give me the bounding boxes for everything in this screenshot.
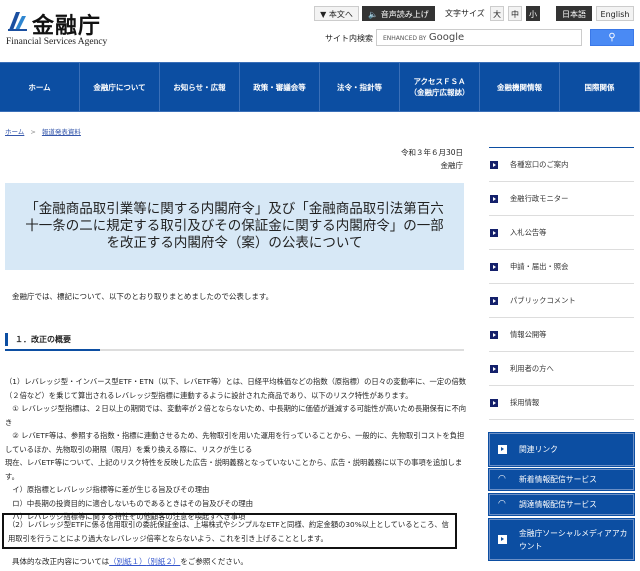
paragraph: ② レバETF等は、参照する指数・指標に連動させるため、先物取引を用いた運用を行… xyxy=(5,431,465,454)
heading-bar xyxy=(5,333,8,346)
closing-prefix: 具体的な改正内容については xyxy=(12,557,110,566)
nav-home[interactable]: ホーム xyxy=(0,63,80,111)
breadcrumb-current[interactable]: 報道発表資料 xyxy=(42,128,81,136)
related-links-button[interactable]: 関連リンク xyxy=(488,432,635,467)
nav-laws[interactable]: 法令・指針等 xyxy=(320,63,400,111)
breadcrumb-home[interactable]: ホーム xyxy=(5,128,24,136)
procurement-feed-button[interactable]: ◠ 調達情報配信サービス xyxy=(488,493,635,516)
arrow-icon xyxy=(490,160,498,169)
logo-english: Financial Services Agency xyxy=(6,37,108,47)
sidebar-item-recruit[interactable]: 採用情報 xyxy=(489,386,634,420)
sidebar-item-label: 情報公開等 xyxy=(510,329,547,339)
annex-1-link[interactable]: （別紙１） xyxy=(109,557,147,566)
nav-access-fsa[interactable]: アクセスＦＳＡ （金融庁広報誌） xyxy=(400,63,480,111)
news-feed-button[interactable]: ◠ 新着情報配信サービス xyxy=(488,468,635,491)
sidebar-item-contact[interactable]: 各種窓口のご案内 xyxy=(489,148,634,182)
search-label: サイト内検索 xyxy=(325,34,373,43)
social-media-button[interactable]: 金融庁ソーシャルメディアアカウント xyxy=(488,518,635,561)
font-size-small[interactable]: 小 xyxy=(526,6,540,21)
heading-underline xyxy=(5,349,100,351)
lang-japanese-button[interactable]: 日本語 xyxy=(556,6,592,21)
arrow-icon xyxy=(490,296,498,305)
sidebar-item-public-comment[interactable]: パブリックコメント xyxy=(489,284,634,318)
search-input[interactable]: ENHANCED BY Google xyxy=(376,29,582,46)
wifi-icon: ◠ xyxy=(498,499,506,509)
font-size-medium[interactable]: 中 xyxy=(508,6,522,21)
breadcrumb-separator: > xyxy=(30,128,36,136)
nav-news[interactable]: お知らせ・広報 xyxy=(160,63,240,111)
paragraph: ① レバレッジ型指標は、２日以上の期間では、変動率が２倍とならないため、中長期的… xyxy=(5,404,467,427)
lang-english-button[interactable]: English xyxy=(596,6,634,21)
read-aloud-button[interactable]: 🔈 音声読み上げ xyxy=(362,6,435,21)
section-body: （1）レバレッジ型・インバース型ETF・ETN（以下、レバETF等）とは、日経平… xyxy=(5,375,467,524)
font-size-large[interactable]: 大 xyxy=(490,6,504,21)
arrow-icon xyxy=(490,330,498,339)
sidebar-item-label: 入札公告等 xyxy=(510,227,547,237)
sidebar-item-disclosure[interactable]: 情報公開等 xyxy=(489,318,634,352)
arrow-icon xyxy=(490,364,498,373)
paragraph: （1）レバレッジ型・インバース型ETF・ETN（以下、レバETF等）とは、日経平… xyxy=(5,377,467,400)
closing-suffix: をご参照ください。 xyxy=(180,557,248,566)
closing-text: 具体的な改正内容については（別紙１）（別紙２）をご参照ください。 xyxy=(12,556,248,567)
sidebar-item-label: 利用者の方へ xyxy=(510,363,554,373)
nav-international[interactable]: 国際関係 xyxy=(560,63,640,111)
button-label: 調達情報配信サービス xyxy=(519,500,597,509)
paragraph: 現在、レバETF等について、上記のリスク特性を反映した広告・説明義務となっていな… xyxy=(5,458,463,481)
annex-2-link[interactable]: （別紙２） xyxy=(147,557,181,566)
button-label: 関連リンク xyxy=(519,445,558,454)
sidebar-item-monitor[interactable]: 金融行政モニター xyxy=(489,182,634,216)
highlighted-paragraph: （2）レバレッジ型ETFに係る信用取引の委託保証金は、上場株式やシンプルなETF… xyxy=(2,513,457,549)
search-icon: ⚲ xyxy=(608,32,616,43)
logo-text: 金融庁 xyxy=(32,14,102,39)
page-title: 「金融商品取引業等に関する内閣府令」及び「金融商品取引法第百六十一条の二に規定す… xyxy=(5,183,464,270)
arrow-icon xyxy=(498,535,507,544)
issuer: 金融庁 xyxy=(440,161,464,170)
section-heading: １．改正の概要 xyxy=(5,333,464,351)
sidebar-item-users[interactable]: 利用者の方へ xyxy=(489,352,634,386)
sidebar-item-applications[interactable]: 申請・届出・照会 xyxy=(489,250,634,284)
sidebar-item-label: 採用情報 xyxy=(510,397,540,407)
sidebar-item-tender[interactable]: 入札公告等 xyxy=(489,216,634,250)
font-size-label: 文字サイズ xyxy=(445,9,485,18)
arrow-icon xyxy=(490,194,498,203)
sidebar-item-label: 各種窓口のご案内 xyxy=(510,159,569,169)
search-placeholder-brand: Google xyxy=(428,32,465,43)
intro-text: 金融庁では、標記について、以下のとおり取りまとめましたので公表します。 xyxy=(12,292,274,301)
search-placeholder-prefix: ENHANCED BY xyxy=(383,35,427,42)
arrow-icon xyxy=(490,398,498,407)
nav-institutions[interactable]: 金融機関情報 xyxy=(480,63,560,111)
nav-about[interactable]: 金融庁について xyxy=(80,63,160,111)
sidebar-item-label: パブリックコメント xyxy=(510,295,576,305)
arrow-icon xyxy=(490,228,498,237)
section-heading-text: １．改正の概要 xyxy=(15,335,71,344)
fsa-logo-mark-icon xyxy=(8,12,27,31)
button-label: 新着情報配信サービス xyxy=(519,475,597,484)
nav-policy[interactable]: 政策・審議会等 xyxy=(240,63,320,111)
main-nav: ホーム 金融庁について お知らせ・広報 政策・審議会等 法令・指針等 アクセスＦ… xyxy=(0,62,640,112)
breadcrumb: ホーム > 報道発表資料 xyxy=(5,126,81,136)
wifi-icon: ◠ xyxy=(498,474,506,484)
arrow-icon xyxy=(490,262,498,271)
sidebar-item-label: 金融行政モニター xyxy=(510,193,569,203)
sidebar: 各種窓口のご案内 金融行政モニター 入札公告等 申請・届出・照会 パブリックコメ… xyxy=(489,147,634,420)
paragraph: イ）原指標とレバレッジ指標等に差が生じる旨及びその理由 xyxy=(5,485,210,494)
skip-to-content-button[interactable]: ▼ 本文へ xyxy=(314,6,359,21)
sidebar-item-label: 申請・届出・照会 xyxy=(510,261,569,271)
search-button[interactable]: ⚲ xyxy=(590,29,634,46)
date-block: 令和３年６月30日 金融庁 xyxy=(401,146,463,172)
publish-date: 令和３年６月30日 xyxy=(400,148,463,157)
arrow-icon xyxy=(498,445,507,454)
paragraph: ロ）中長期の投資目的に適合しないものであるときはその旨及びその理由 xyxy=(5,498,254,508)
button-label: 金融庁ソーシャルメディアアカウント xyxy=(519,528,628,551)
